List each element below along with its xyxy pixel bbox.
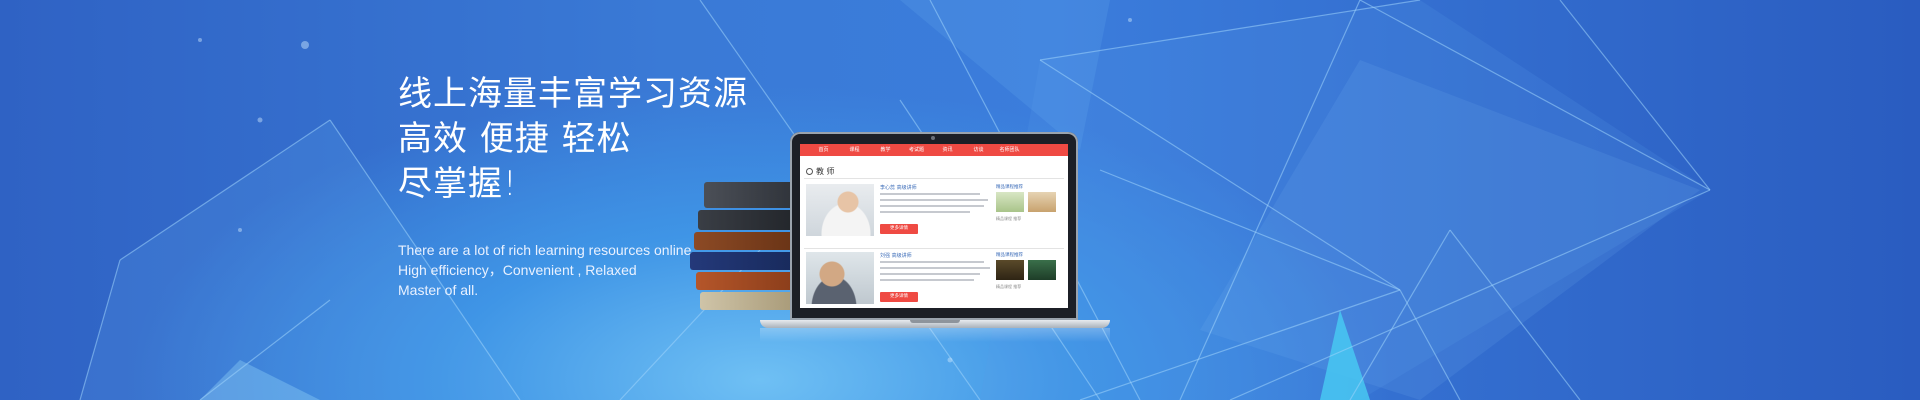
camera-icon — [931, 136, 935, 140]
side-text: 精品课程 推荐 — [996, 284, 1022, 289]
screen-nav-item: 教学 — [880, 147, 891, 153]
text-line — [880, 211, 970, 213]
section-title-text: 教 师 — [816, 167, 835, 176]
headline-line-2: 高效 便捷 轻松 — [398, 119, 632, 159]
laptop-reflection — [760, 328, 1110, 342]
headline-line-1: 线上海量丰富学习资源 — [398, 74, 748, 114]
screen-nav: 首页 课程 教学 考试题 资讯 访谈 名师团队 — [800, 144, 1068, 156]
teacher-photo — [806, 184, 874, 236]
side-title: 精品课程推荐 — [996, 253, 1023, 258]
screen-section-title: 教 师 — [806, 166, 835, 177]
subheadline-line-1: There are a lot of rich learning resourc… — [398, 242, 692, 258]
book — [694, 232, 794, 250]
laptop-screen: 首页 课程 教学 考试题 资讯 访谈 名师团队 教 师 李心蕊 高级讲师 更多详… — [800, 144, 1068, 308]
subheadline: There are a lot of rich learning resourc… — [398, 240, 728, 300]
more-details-button: 更多详情 — [880, 292, 918, 302]
book — [704, 182, 796, 208]
course-thumb — [1028, 192, 1056, 212]
screen-nav-item: 课程 — [849, 147, 860, 153]
screen-nav-item: 访谈 — [973, 147, 984, 153]
more-details-button: 更多详情 — [880, 224, 918, 234]
teacher-photo — [806, 252, 874, 304]
side-text: 精品课程 推荐 — [996, 216, 1022, 221]
text-line — [880, 199, 988, 201]
check-circle-icon — [806, 168, 813, 175]
laptop-notch — [910, 320, 960, 323]
text-line — [880, 205, 984, 207]
text-line — [880, 261, 984, 263]
screen-nav-item: 资讯 — [942, 147, 953, 153]
text-line — [880, 267, 990, 269]
course-thumb — [996, 260, 1024, 280]
subheadline-line-3: Master of all. — [398, 282, 479, 298]
text-line — [880, 273, 980, 275]
subheadline-line-2: High efficiency，Convenient , Relaxed — [398, 262, 637, 278]
laptop-base — [760, 320, 1110, 328]
side-recommend: 精品课程推荐 精品课程 推荐 — [996, 184, 1062, 221]
teacher-title: 刘强 高级讲师 — [880, 253, 912, 259]
screen-nav-item: 考试题 — [908, 147, 924, 153]
course-thumb — [996, 192, 1024, 212]
screen-nav-item: 名师团队 — [999, 147, 1020, 153]
text-line — [880, 279, 974, 281]
hero-banner: 线上海量丰富学习资源 高效 便捷 轻松 尽掌握! There are a lot… — [0, 0, 1920, 400]
book — [700, 292, 796, 310]
side-title: 精品课程推荐 — [996, 185, 1023, 190]
laptop-mockup: 首页 课程 教学 考试题 资讯 访谈 名师团队 教 师 李心蕊 高级讲师 更多详… — [790, 132, 1078, 320]
course-thumb — [1028, 260, 1056, 280]
book — [698, 210, 794, 230]
teacher-row: 李心蕊 高级讲师 更多详情 精品课程推荐 精品课程 推荐 — [806, 184, 1062, 244]
side-recommend: 精品课程推荐 精品课程 推荐 — [996, 252, 1062, 289]
book — [690, 252, 794, 270]
divider — [804, 248, 1064, 249]
book — [696, 272, 796, 290]
text-line — [880, 193, 980, 195]
screen-nav-item: 首页 — [818, 147, 829, 153]
teacher-title: 李心蕊 高级讲师 — [880, 185, 917, 191]
divider — [804, 178, 1064, 179]
teacher-row: 刘强 高级讲师 更多详情 精品课程推荐 精品课程 推荐 — [806, 252, 1062, 308]
